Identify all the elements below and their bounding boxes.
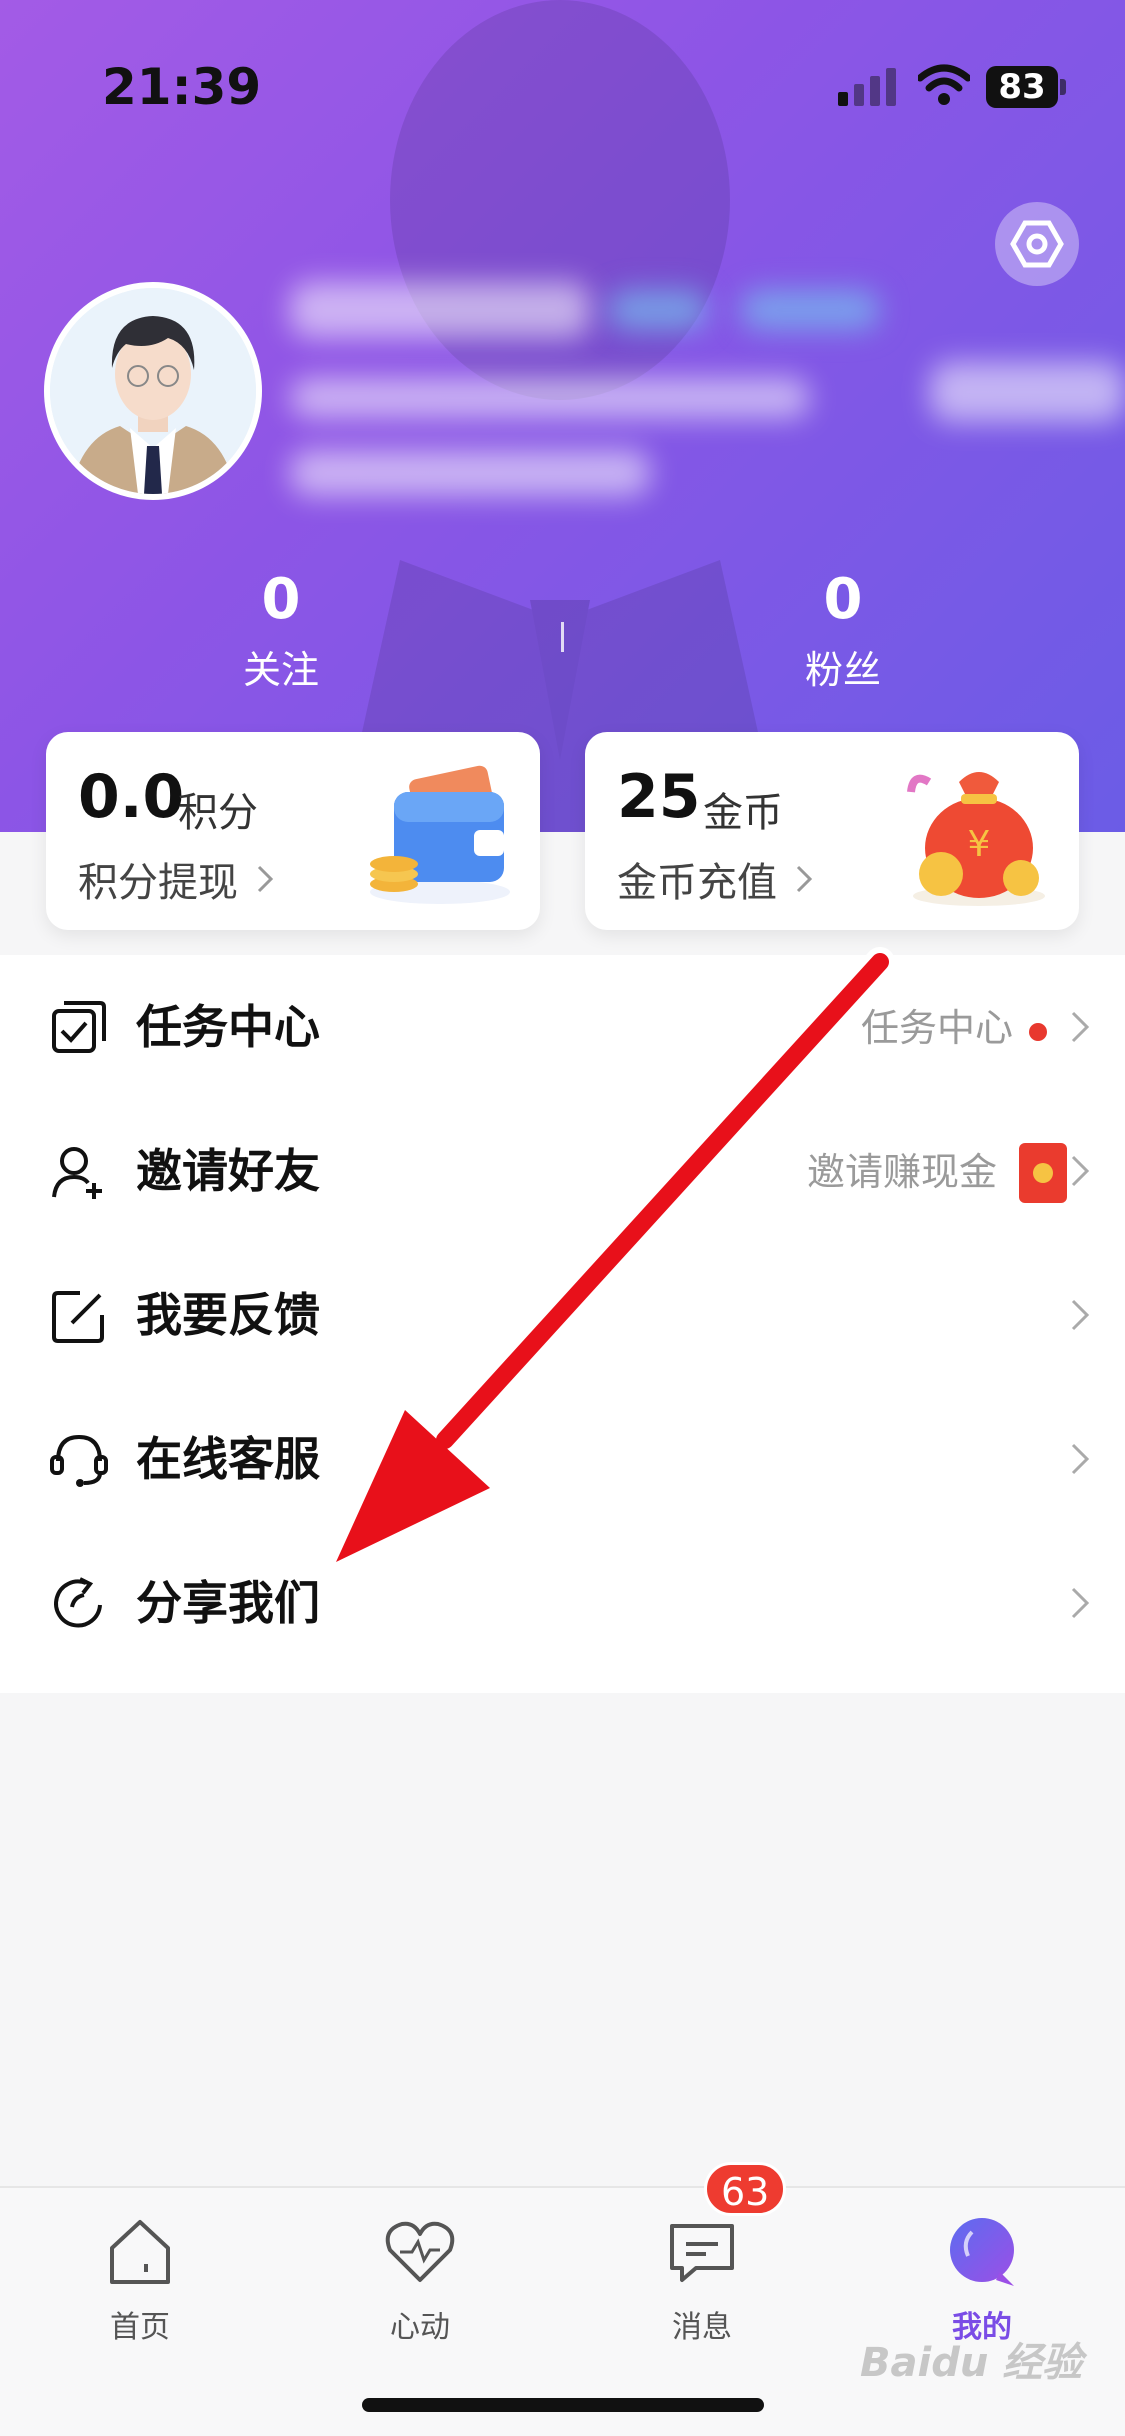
- follow-label: 关注: [242, 648, 319, 692]
- menu-item-share-us[interactable]: 分享我们: [0, 1531, 1125, 1675]
- share-icon: [54, 1577, 102, 1628]
- menu-item-label: 任务中心: [136, 1000, 320, 1054]
- me-icon: [950, 2218, 1014, 2286]
- tab-messages[interactable]: 63 消息: [602, 2162, 802, 2346]
- avatar-image: [50, 288, 256, 494]
- menu-item-label: 分享我们: [136, 1576, 320, 1630]
- task-check-icon: [52, 1001, 106, 1053]
- chevron-right-icon: [257, 865, 274, 893]
- tab-heart[interactable]: 心动: [320, 2212, 520, 2346]
- red-packet-icon: [1019, 1143, 1067, 1203]
- stats-divider: [561, 622, 564, 652]
- wifi-icon: [918, 64, 970, 105]
- avatar[interactable]: [44, 282, 262, 500]
- unread-badge: 63: [704, 2162, 787, 2216]
- fans-stat[interactable]: 0 粉丝: [693, 560, 993, 700]
- menu-item-task-center[interactable]: 任务中心 任务中心: [0, 955, 1125, 1099]
- menu-list: 任务中心 任务中心 邀请好友 邀请赚现金 我要反馈 在线客服 分享我们: [0, 955, 1125, 1693]
- points-card[interactable]: 0.0 积分 积分提现: [46, 732, 540, 930]
- blurred-info: [930, 362, 1125, 422]
- message-icon: [670, 2224, 734, 2282]
- chevron-right-icon: [1071, 1443, 1090, 1475]
- coins-recharge-link[interactable]: 金币充值: [617, 850, 813, 908]
- heart-icon: [385, 2221, 455, 2282]
- chevron-right-icon: [1071, 1155, 1090, 1187]
- points-withdraw-link[interactable]: 积分提现: [78, 850, 274, 908]
- follow-count: 0: [261, 567, 301, 632]
- blurred-badge: [608, 290, 708, 330]
- fans-label: 粉丝: [804, 648, 881, 692]
- add-user-icon: [52, 1147, 102, 1199]
- menu-item-invite-friends[interactable]: 邀请好友 邀请赚现金: [0, 1099, 1125, 1243]
- follow-stat[interactable]: 0 关注: [131, 560, 431, 700]
- headset-icon: [50, 1434, 108, 1487]
- chevron-right-icon: [796, 865, 813, 893]
- menu-item-feedback[interactable]: 我要反馈: [0, 1243, 1125, 1387]
- edit-icon: [52, 1291, 104, 1343]
- menu-item-hint: 邀请赚现金: [806, 1150, 997, 1194]
- tab-label: 消息: [672, 2310, 732, 2345]
- signal-icon: [838, 68, 896, 106]
- tab-home[interactable]: 首页: [40, 2212, 240, 2346]
- gear-icon: [1010, 220, 1064, 268]
- points-action-label: 积分提现: [78, 860, 238, 906]
- points-value: 0.0: [78, 762, 185, 832]
- blurred-badge: [740, 290, 880, 330]
- money-bag-icon: ¥: [907, 772, 1045, 906]
- chevron-right-icon: [1071, 1011, 1090, 1043]
- coins-unit: 金币: [703, 790, 783, 836]
- svg-text:¥: ¥: [968, 824, 991, 865]
- menu-item-label: 我要反馈: [136, 1288, 320, 1342]
- menu-item-customer-service[interactable]: 在线客服: [0, 1387, 1125, 1531]
- wallet-icon: [370, 765, 510, 904]
- coins-value: 25: [617, 762, 701, 832]
- menu-item-label: 在线客服: [136, 1432, 320, 1486]
- status-time: 21:39: [102, 58, 262, 116]
- home-icon: [110, 2220, 170, 2284]
- blurred-username: [290, 282, 590, 338]
- coins-card[interactable]: 25 金币 金币充值 ¥: [585, 732, 1079, 930]
- menu-item-label: 邀请好友: [136, 1144, 320, 1198]
- blurred-tag: [290, 450, 650, 496]
- fans-count: 0: [823, 567, 863, 632]
- battery-level: 83: [986, 66, 1058, 108]
- tab-me[interactable]: 我的: [882, 2212, 1082, 2346]
- notification-dot: [1029, 1023, 1047, 1041]
- tab-label: 心动: [390, 2310, 450, 2345]
- blurred-info: [290, 378, 810, 418]
- battery-icon: 83: [986, 66, 1066, 108]
- chevron-right-icon: [1071, 1587, 1090, 1619]
- points-unit: 积分: [178, 790, 258, 836]
- home-indicator[interactable]: [362, 2398, 764, 2412]
- status-bar: 21:39 83: [0, 0, 1125, 150]
- watermark-logo: Baidu 经验: [860, 2340, 1083, 2386]
- tab-label: 首页: [110, 2310, 170, 2345]
- chevron-right-icon: [1071, 1299, 1090, 1331]
- menu-item-hint: 任务中心: [860, 1006, 1013, 1050]
- coins-action-label: 金币充值: [617, 860, 777, 906]
- settings-button[interactable]: [995, 202, 1079, 286]
